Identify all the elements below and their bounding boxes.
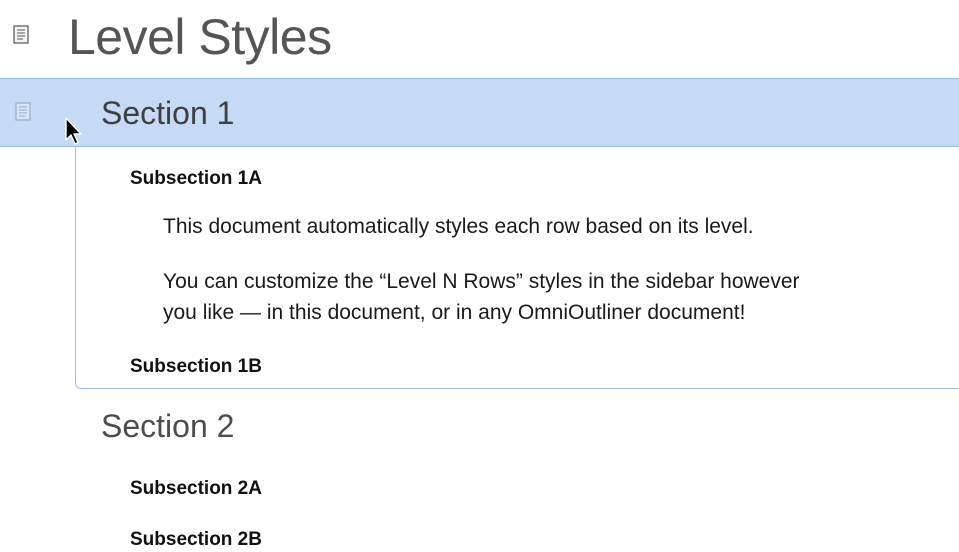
mouse-pointer-icon bbox=[65, 117, 82, 145]
note-row[interactable]: This document automatically styles each … bbox=[163, 211, 754, 242]
subsection-2a-row[interactable]: Subsection 2A bbox=[130, 477, 262, 501]
subsection-2b-row[interactable]: Subsection 2B bbox=[130, 528, 262, 552]
section-1-row[interactable]: Section 1 bbox=[101, 93, 234, 133]
document-title[interactable]: Level Styles bbox=[68, 4, 332, 70]
subsection-1a-row[interactable]: Subsection 1A bbox=[130, 167, 262, 191]
note-row[interactable]: You can customize the “Level N Rows” sty… bbox=[163, 266, 800, 297]
document-icon bbox=[13, 25, 29, 44]
section-2-row[interactable]: Section 2 bbox=[101, 406, 234, 446]
note-row-continuation[interactable]: you like — in this document, or in any O… bbox=[163, 297, 745, 328]
outline-document: Level Styles Section 1 Subsection 1A Thi… bbox=[0, 0, 959, 552]
subsection-1b-row[interactable]: Subsection 1B bbox=[130, 355, 262, 379]
row-note-icon[interactable] bbox=[15, 102, 31, 121]
